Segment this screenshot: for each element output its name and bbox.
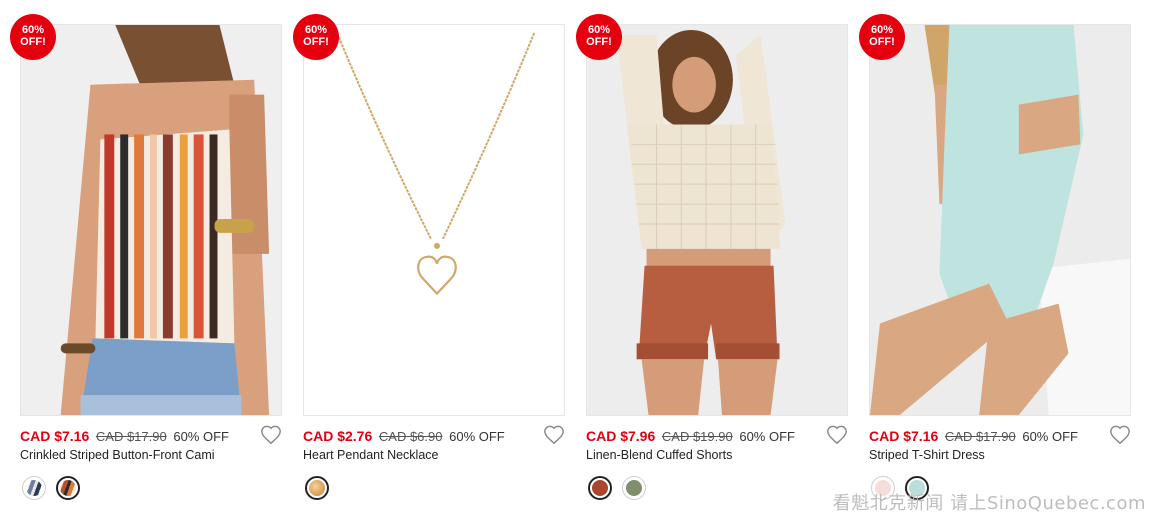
product-title[interactable]: Striped T-Shirt Dress	[869, 448, 985, 462]
product-grid: 60% OFF! CAD $7.16 CAD $17.90 60% OFF Cr…	[10, 14, 1140, 514]
price-row: CAD $7.16 CAD $17.90 60% OFF	[869, 428, 1131, 446]
product-image-heart-necklace[interactable]	[303, 24, 565, 416]
original-price: CAD $17.90	[944, 429, 1016, 444]
original-price: CAD $17.90	[95, 429, 167, 444]
original-price: CAD $6.90	[378, 429, 443, 444]
discount-label: 60% OFF	[449, 429, 505, 444]
color-swatches	[305, 476, 329, 502]
badge-off: OFF!	[303, 36, 329, 48]
product-title[interactable]: Heart Pendant Necklace	[303, 448, 439, 462]
discount-label: 60% OFF	[739, 429, 795, 444]
discount-badge: 60% OFF!	[576, 14, 622, 60]
price-row: CAD $7.96 CAD $19.90 60% OFF	[586, 428, 848, 446]
wishlist-heart-icon[interactable]	[826, 424, 848, 446]
sale-price: CAD $7.16	[869, 428, 939, 444]
badge-percent: 60%	[587, 24, 611, 36]
price-row: CAD $7.16 CAD $17.90 60% OFF	[20, 428, 282, 446]
product-card: 60% OFF! CAD $7.16 CAD $17.90 60% OFF St…	[859, 14, 1133, 504]
wishlist-heart-icon[interactable]	[260, 424, 282, 446]
watermark-text: 看魁北克新闻 请上SinoQuebec.com	[832, 493, 1146, 514]
sale-price: CAD $7.96	[586, 428, 656, 444]
original-price: CAD $19.90	[661, 429, 733, 444]
color-swatches	[588, 476, 646, 502]
product-title[interactable]: Crinkled Striped Button-Front Cami	[20, 448, 215, 462]
color-swatch-olive[interactable]	[622, 476, 646, 500]
product-card: 60% OFF! CAD $2.76 CAD $6.90 60% OFF Hea…	[293, 14, 567, 504]
product-image-cuffed-shorts[interactable]	[586, 24, 848, 416]
color-swatch-gold[interactable]	[305, 476, 329, 500]
color-swatches	[22, 476, 80, 502]
discount-label: 60% OFF	[1022, 429, 1078, 444]
badge-off: OFF!	[586, 36, 612, 48]
badge-off: OFF!	[20, 36, 46, 48]
badge-percent: 60%	[870, 24, 894, 36]
color-swatch-blue[interactable]	[22, 476, 46, 500]
product-image-tshirt-dress[interactable]	[869, 24, 1131, 416]
discount-label: 60% OFF	[173, 429, 229, 444]
wishlist-heart-icon[interactable]	[1109, 424, 1131, 446]
product-title[interactable]: Linen-Blend Cuffed Shorts	[586, 448, 732, 462]
badge-percent: 60%	[304, 24, 328, 36]
product-card: 60% OFF!	[10, 14, 284, 504]
price-row: CAD $2.76 CAD $6.90 60% OFF	[303, 428, 565, 446]
product-card: 60% OFF!	[576, 14, 850, 504]
wishlist-heart-icon[interactable]	[543, 424, 565, 446]
sale-price: CAD $7.16	[20, 428, 90, 444]
discount-badge: 60% OFF!	[859, 14, 905, 60]
badge-percent: 60%	[21, 24, 45, 36]
color-swatch-multi[interactable]	[56, 476, 80, 500]
color-swatch-rust[interactable]	[588, 476, 612, 500]
discount-badge: 60% OFF!	[10, 14, 56, 60]
badge-off: OFF!	[869, 36, 895, 48]
product-image-striped-cami[interactable]	[20, 24, 282, 416]
discount-badge: 60% OFF!	[293, 14, 339, 60]
sale-price: CAD $2.76	[303, 428, 373, 444]
